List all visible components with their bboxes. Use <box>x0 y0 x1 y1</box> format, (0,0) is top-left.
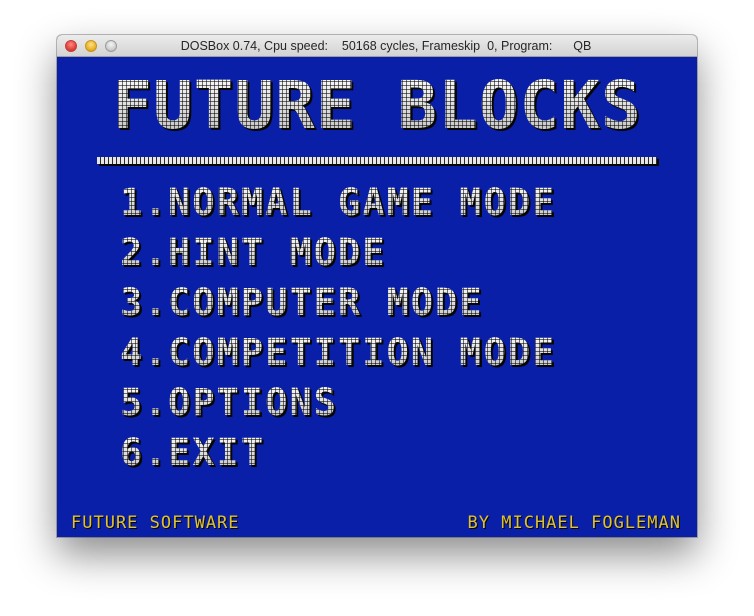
footer-author: BY MICHAEL FOGLEMAN <box>467 513 681 533</box>
window-title: DOSBox 0.74, Cpu speed: 50168 cycles, Fr… <box>180 39 592 53</box>
footer-company: FUTURE SOFTWARE <box>71 513 240 533</box>
menu-item-label: OPTIONS <box>168 381 338 425</box>
dosbox-window: DOSBox 0.74, Cpu speed: 50168 cycles, Fr… <box>57 35 697 537</box>
menu-item-label: COMPUTER MODE <box>168 281 484 325</box>
window-titlebar[interactable]: DOSBox 0.74, Cpu speed: 50168 cycles, Fr… <box>57 35 697 57</box>
menu-item-number: 2. <box>120 231 169 275</box>
menu-item-number: 4. <box>120 331 169 375</box>
menu-item-label: NORMAL GAME MODE <box>168 181 557 225</box>
menu-item-number: 3. <box>120 281 169 325</box>
menu-item-label: COMPETITION MODE <box>168 331 557 375</box>
menu-item-label: HINT MODE <box>168 231 387 275</box>
game-title: FUTURE BLOCKS <box>107 71 647 141</box>
menu-item-number: 6. <box>120 431 169 475</box>
title-underline <box>97 157 657 164</box>
game-screen[interactable]: FUTURE BLOCKS 1. NORMAL GAME MODE 2. HIN… <box>57 57 697 537</box>
menu-item-number: 1. <box>120 181 169 225</box>
menu-item-label: EXIT <box>168 431 266 475</box>
menu-item-number: 5. <box>120 381 169 425</box>
